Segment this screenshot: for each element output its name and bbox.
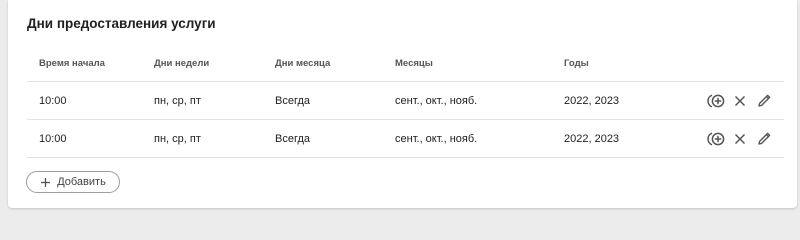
column-header-years: Годы <box>564 58 589 69</box>
table-row: 10:00 пн, ср, пт Всегда сент., окт., ноя… <box>27 82 784 120</box>
cell-weekdays: пн, ср, пт <box>154 132 201 145</box>
column-header-weekdays: Дни недели <box>154 58 210 69</box>
table-header: Время начала Дни недели Дни месяца Месяц… <box>27 46 784 82</box>
schedule-table: Время начала Дни недели Дни месяца Месяц… <box>27 46 784 158</box>
close-icon[interactable] <box>730 129 750 149</box>
row-actions <box>706 120 774 157</box>
column-header-start-time: Время начала <box>39 58 105 69</box>
cell-start-time: 10:00 <box>39 132 67 145</box>
column-header-months: Месяцы <box>395 58 433 69</box>
row-actions <box>706 82 774 119</box>
plus-icon <box>40 177 51 188</box>
section-title: Дни предоставления услуги <box>27 16 216 31</box>
cell-months: сент., окт., нояб. <box>395 132 478 145</box>
cell-month-days: Всегда <box>275 94 311 107</box>
cell-weekdays: пн, ср, пт <box>154 94 201 107</box>
edit-pencil-icon[interactable] <box>754 91 774 111</box>
cell-month-days: Всегда <box>275 132 311 145</box>
add-circle-icon[interactable] <box>706 91 726 111</box>
cell-months: сент., окт., нояб. <box>395 94 478 107</box>
column-header-month-days: Дни месяца <box>275 58 331 69</box>
cell-years: 2022, 2023 <box>564 94 620 107</box>
table-row: 10:00 пн, ср, пт Всегда сент., окт., ноя… <box>27 120 784 158</box>
add-button[interactable]: Добавить <box>26 171 120 193</box>
add-circle-icon[interactable] <box>706 129 726 149</box>
cell-years: 2022, 2023 <box>564 132 620 145</box>
add-button-label: Добавить <box>57 176 106 188</box>
edit-pencil-icon[interactable] <box>754 129 774 149</box>
cell-start-time: 10:00 <box>39 94 67 107</box>
service-days-card: Дни предоставления услуги Время начала Д… <box>8 0 797 208</box>
close-icon[interactable] <box>730 91 750 111</box>
